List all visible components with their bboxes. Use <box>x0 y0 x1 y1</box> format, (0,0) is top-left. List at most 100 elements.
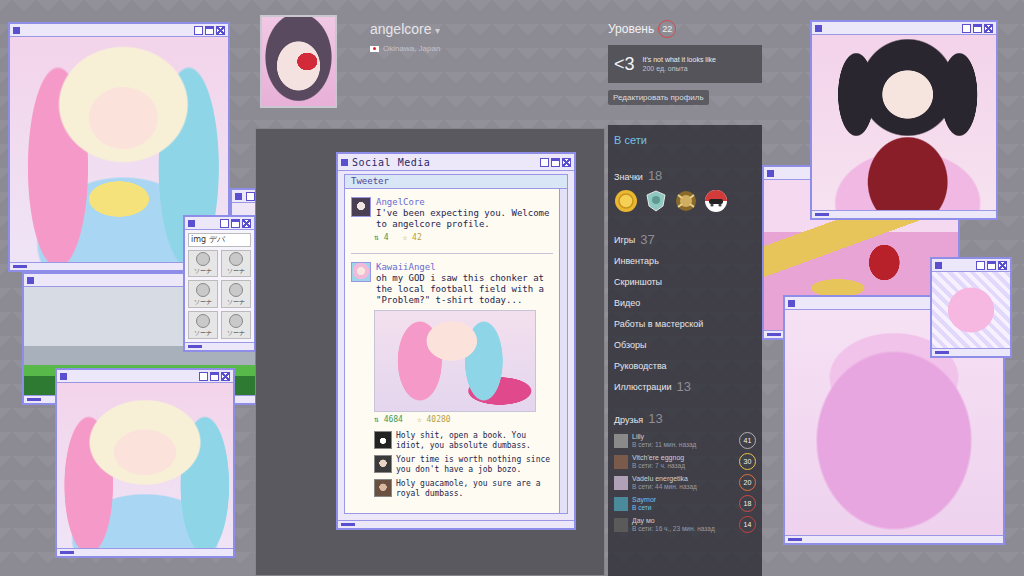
shield-badge-icon[interactable] <box>644 189 668 213</box>
sticker-button[interactable]: ソーナ <box>221 250 251 278</box>
minimize-button[interactable] <box>220 219 229 228</box>
window-titlebar[interactable] <box>812 22 996 35</box>
profile-avatar[interactable] <box>260 15 337 108</box>
close-button[interactable] <box>984 24 993 33</box>
friend-row[interactable]: Vitch'ere eggnogВ сети: 7 ч. назад30 <box>614 451 756 472</box>
japan-flag-icon <box>370 46 379 52</box>
window-footer <box>812 210 996 218</box>
friends-link[interactable]: Друзья13 <box>614 411 756 426</box>
badges-link[interactable]: Значки18 <box>614 168 756 183</box>
friend-row[interactable]: SaymorВ сети18 <box>614 493 756 514</box>
reply: Holy shit, open a book. You idiot, you a… <box>374 431 553 451</box>
profile-header: angelcore ▾ Okinawa, Japan <box>370 20 440 53</box>
social-media-window[interactable]: Social Media TweeterAngelCoreI've been ex… <box>336 152 576 530</box>
sticker-button[interactable]: ソーナ <box>221 280 251 308</box>
friend-avatar <box>614 497 628 511</box>
sidebar-item[interactable]: Работы в мастерской <box>614 313 756 334</box>
post-user[interactable]: AngelCore <box>376 197 553 208</box>
retweet-button[interactable]: ⇅ 4 <box>374 233 388 243</box>
friend-row[interactable]: LillyВ сети: 11 мин. назад41 <box>614 430 756 451</box>
minimize-button[interactable] <box>199 372 208 381</box>
window-footer <box>185 342 254 350</box>
sidebar-item[interactable]: Игры37 <box>614 229 756 250</box>
user-avatar[interactable] <box>351 262 371 282</box>
minimize-button[interactable] <box>540 158 549 167</box>
feed: AngelCoreI've been expecting you. Welcom… <box>345 189 559 513</box>
image-window[interactable]: img デバソーナソーナソーナソーナソーナソーナ <box>183 215 256 352</box>
window-titlebar[interactable] <box>10 24 228 37</box>
sticker-button[interactable]: ソーナ <box>188 280 218 308</box>
window-icon <box>235 193 242 200</box>
window-footer <box>338 520 574 528</box>
sidebar-item[interactable]: Инвентарь <box>614 250 756 271</box>
maximize-button[interactable] <box>205 26 214 35</box>
maximize-button[interactable] <box>973 24 982 33</box>
profile-sidebar: Уровень22<3It's not what it looks like20… <box>608 20 762 576</box>
window-icon <box>767 170 774 177</box>
window-icon <box>60 373 67 380</box>
like-button[interactable]: ☆ 42 <box>402 233 421 243</box>
minimize-button[interactable] <box>976 261 985 270</box>
window-title: Social Media <box>352 157 430 168</box>
art-window[interactable] <box>55 368 235 558</box>
profile-name[interactable]: angelcore ▾ <box>370 20 440 40</box>
profile-location: Okinawa, Japan <box>370 44 440 53</box>
ornate-badge-icon[interactable] <box>674 189 698 213</box>
window-icon <box>27 277 34 284</box>
close-button[interactable] <box>216 26 225 35</box>
minimize-button[interactable] <box>962 24 971 33</box>
coin-badge-icon[interactable] <box>614 189 638 213</box>
close-button[interactable] <box>242 219 251 228</box>
post: KawaiiAngeloh my GOD i saw this chonker … <box>351 253 553 499</box>
sidebar-item[interactable]: Скриншоты <box>614 271 756 292</box>
friend-row[interactable]: Дау моВ сети: 16 ч., 23 мин. назад14 <box>614 514 756 535</box>
window-icon <box>13 27 20 34</box>
maximize-button[interactable] <box>987 261 996 270</box>
minimize-button[interactable] <box>246 192 255 201</box>
maximize-button[interactable] <box>231 219 240 228</box>
close-button[interactable] <box>221 372 230 381</box>
close-button[interactable] <box>562 158 571 167</box>
sticker-icon <box>196 252 210 266</box>
minimize-button[interactable] <box>194 26 203 35</box>
maximize-button[interactable] <box>210 372 219 381</box>
featured-badge[interactable]: <3It's not what it looks like200 ед. опы… <box>608 45 762 83</box>
window-titlebar[interactable] <box>932 259 1010 272</box>
reply: Holy guacamole, you sure are a royal dum… <box>374 479 553 499</box>
user-avatar[interactable] <box>351 197 371 217</box>
sticker-button[interactable]: ソーナ <box>221 311 251 339</box>
art-window[interactable] <box>930 257 1012 358</box>
post-image[interactable] <box>374 310 536 412</box>
maximize-button[interactable] <box>551 158 560 167</box>
art-window[interactable] <box>810 20 998 220</box>
window-titlebar[interactable] <box>57 370 233 383</box>
sticker-button[interactable]: ソーナ <box>188 250 218 278</box>
window-footer <box>932 348 1010 356</box>
window-titlebar[interactable]: Social Media <box>338 154 574 171</box>
window-titlebar[interactable] <box>185 217 254 230</box>
close-button[interactable] <box>998 261 1007 270</box>
reply-avatar[interactable] <box>374 455 392 473</box>
sidebar-panel: В сетиЗначки18Игры37ИнвентарьСкриншотыВи… <box>608 125 762 576</box>
like-button[interactable]: ☆ 40280 <box>417 415 451 425</box>
friend-level: 41 <box>739 432 756 449</box>
window-icon <box>188 220 195 227</box>
window-icon <box>788 300 795 307</box>
app-tab[interactable]: Tweeter <box>344 174 568 189</box>
reply: Your time is worth nothing since you don… <box>374 455 553 475</box>
sticker-icon <box>229 283 243 297</box>
post-user[interactable]: KawaiiAngel <box>376 262 553 273</box>
reply-avatar[interactable] <box>374 479 392 497</box>
sidebar-item[interactable]: Обзоры <box>614 334 756 355</box>
reply-avatar[interactable] <box>374 431 392 449</box>
sticker-button[interactable]: ソーナ <box>188 311 218 339</box>
sidebar-item[interactable]: Иллюстрации13 <box>614 376 756 397</box>
artwork <box>932 272 1010 348</box>
friend-row[interactable]: Vadelu energetikaВ сети: 44 мин. назад20 <box>614 472 756 493</box>
sidebar-item[interactable]: Руководства <box>614 355 756 376</box>
retweet-button[interactable]: ⇅ 4684 <box>374 415 403 425</box>
sidebar-item[interactable]: Видео <box>614 292 756 313</box>
car-badge-icon[interactable] <box>704 189 728 213</box>
scrollbar[interactable] <box>559 189 567 513</box>
edit-profile-button[interactable]: Редактировать профиль <box>608 90 709 105</box>
